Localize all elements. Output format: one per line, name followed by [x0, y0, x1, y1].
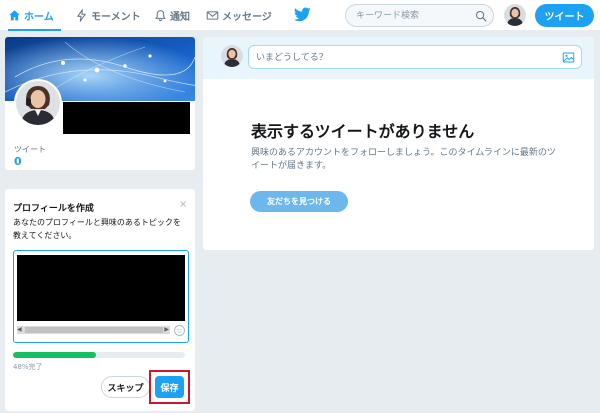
nav-home-label: ホーム	[24, 12, 54, 23]
scroll-right-arrow-icon[interactable]: ▶	[164, 326, 169, 334]
nav-moments[interactable]: モーメント	[75, 0, 141, 31]
progress-text: 48%完了	[13, 363, 43, 371]
timeline-card: 表示するツイートがありません 興味のあるアカウントをフォローしましょう。このタイ…	[203, 37, 594, 250]
emoji-icon[interactable]	[174, 325, 185, 336]
nav-messages[interactable]: メッセージ	[206, 0, 272, 31]
search-input[interactable]	[356, 9, 471, 23]
empty-state-title: 表示するツイートがありません	[251, 122, 475, 141]
profile-card: ツイート 0	[5, 37, 195, 170]
compose-box[interactable]	[248, 45, 582, 69]
horizontal-scrollbar[interactable]: ◀ ▶	[17, 326, 170, 334]
top-nav-bar: ホーム モーメント 通知 メッセージ ツイート	[0, 0, 600, 31]
progress-fill	[13, 352, 96, 358]
find-friends-button[interactable]: 友だちを見つける	[250, 191, 348, 212]
tweets-stat-count[interactable]: 0	[14, 155, 22, 168]
skip-button[interactable]: スキップ	[101, 376, 150, 398]
compose-area	[203, 37, 594, 79]
user-avatar-icon	[221, 45, 243, 67]
empty-state-description: 興味のあるアカウントをフォローしましょう。このタイムラインに最新のツイートが届き…	[251, 148, 556, 171]
nav-notifications-label: 通知	[170, 12, 190, 23]
nav-messages-label: メッセージ	[222, 12, 272, 23]
bio-content-redacted	[17, 255, 185, 321]
bio-textarea[interactable]: ◀ ▶	[13, 250, 189, 343]
nav-home[interactable]: ホーム	[8, 0, 61, 31]
home-icon	[9, 10, 20, 21]
scroll-thumb[interactable]	[25, 327, 163, 333]
setup-title: プロフィールを作成	[13, 204, 94, 214]
nav-avatar[interactable]	[504, 4, 526, 26]
user-avatar-icon	[16, 81, 60, 125]
save-button[interactable]: 保存	[155, 376, 184, 398]
tweets-stat-label[interactable]: ツイート	[14, 144, 46, 155]
progress-bar	[13, 352, 185, 358]
user-avatar-icon	[504, 4, 526, 26]
setup-description: あなたのプロフィールと興味のあるトピックを教えてください。	[13, 218, 181, 240]
lightning-icon	[77, 9, 86, 22]
nav-notifications[interactable]: 通知	[154, 0, 190, 31]
search-box[interactable]	[345, 4, 494, 27]
profile-setup-card: プロフィールを作成 × あなたのプロフィールと興味のあるトピックを教えてください…	[5, 189, 195, 411]
nav-moments-label: モーメント	[91, 12, 141, 23]
search-icon[interactable]	[475, 10, 487, 22]
image-icon[interactable]	[562, 51, 575, 64]
scroll-left-arrow-icon[interactable]: ◀	[17, 326, 22, 334]
twitter-bird-icon[interactable]	[294, 7, 311, 22]
compose-avatar	[221, 45, 243, 67]
profile-avatar[interactable]	[14, 79, 62, 127]
tweet-button[interactable]: ツイート	[535, 4, 594, 27]
profile-name-redacted	[63, 102, 190, 134]
compose-input[interactable]	[256, 51, 546, 64]
bell-icon	[155, 10, 166, 22]
close-icon[interactable]: ×	[179, 199, 187, 210]
mail-icon	[206, 11, 219, 20]
